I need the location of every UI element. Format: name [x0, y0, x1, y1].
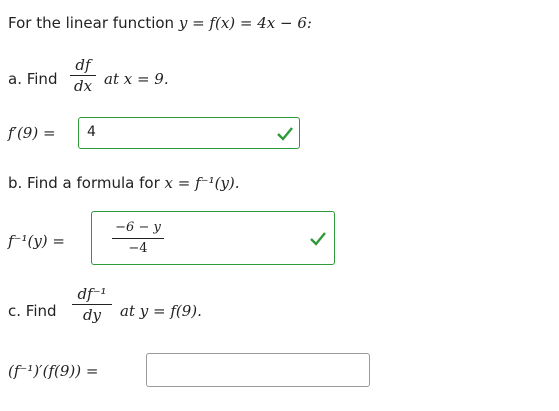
- checkmark-icon: [310, 232, 326, 246]
- part-c-answer-field[interactable]: [146, 353, 370, 387]
- problem-statement: For the linear function y = f(x) = 4x − …: [8, 14, 312, 32]
- fraction-denominator: dy: [82, 306, 102, 324]
- part-b-answer-fraction: −6 − y −4: [112, 219, 164, 258]
- part-b-lhs: f⁻¹(y) =: [8, 232, 65, 250]
- fraction-numerator: df: [75, 56, 91, 74]
- part-c-fraction: df⁻¹ dy: [72, 285, 112, 324]
- part-b-label: b. Find a formula for: [8, 174, 160, 192]
- part-a-answer-field[interactable]: 4: [78, 117, 300, 149]
- part-c-at-text: at y = f(9).: [120, 302, 202, 320]
- part-a-answer-value: 4: [87, 124, 96, 140]
- part-a-at-text: at x = 9.: [104, 70, 169, 88]
- part-a-label: a. Find: [8, 70, 58, 88]
- part-a-lhs: f′(9) =: [8, 124, 56, 142]
- fraction-numerator: df⁻¹: [77, 285, 107, 303]
- part-b-answer-field[interactable]: −6 − y −4: [91, 211, 335, 265]
- part-b-formula: x = f⁻¹(y).: [164, 174, 240, 192]
- fraction-bar: [70, 75, 96, 76]
- checkmark-icon: [277, 127, 293, 141]
- part-a-fraction: df dx: [70, 56, 96, 95]
- fraction-denominator: dx: [73, 77, 93, 95]
- part-c-label: c. Find: [8, 302, 57, 320]
- function-expression: y = f(x) = 4x − 6:: [178, 14, 312, 32]
- fraction-bar: [112, 238, 164, 239]
- intro-text: For the linear function: [8, 14, 179, 32]
- part-c-lhs: (f⁻¹)′(f(9)) =: [8, 362, 99, 380]
- part-b-prompt: b. Find a formula for x = f⁻¹(y).: [8, 174, 240, 192]
- fraction-bar: [72, 304, 112, 305]
- answer-denominator: −4: [128, 241, 148, 256]
- answer-numerator: −6 − y: [115, 220, 161, 235]
